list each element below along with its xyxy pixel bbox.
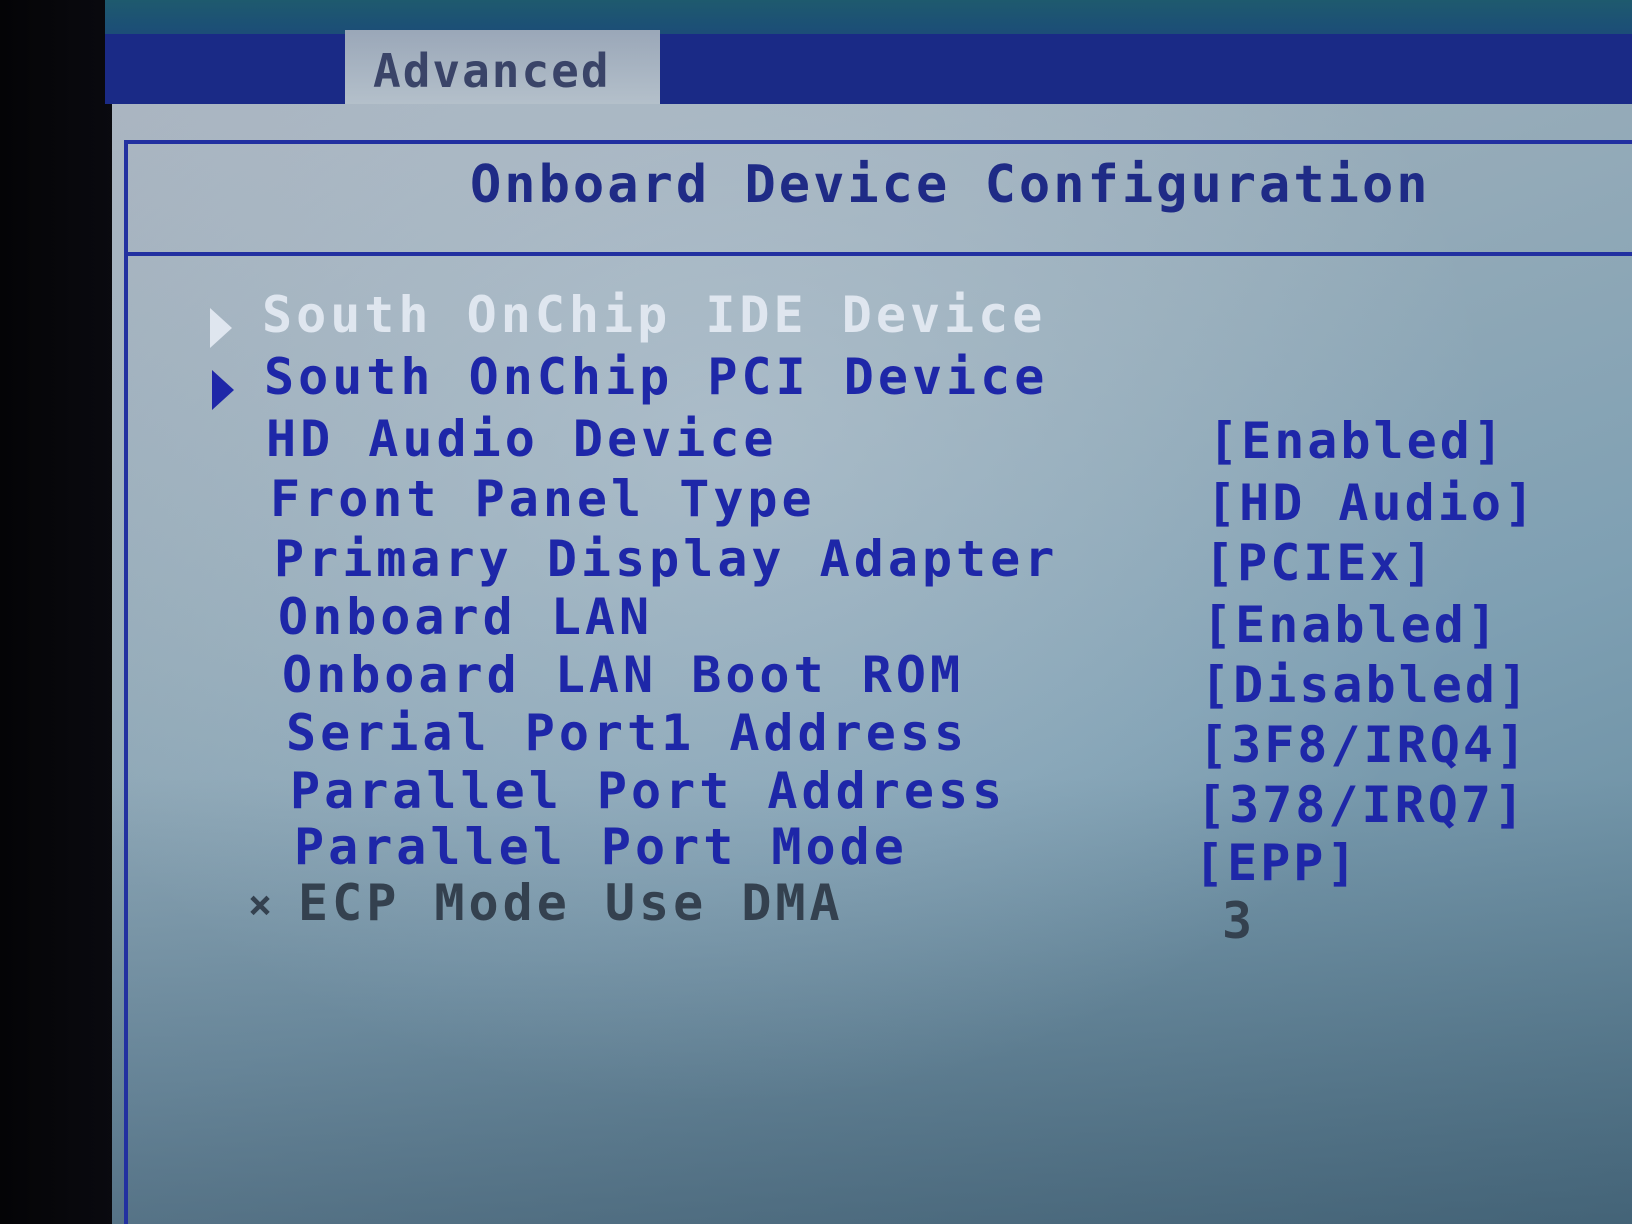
value-onboard-lan-boot-rom[interactable]: [Disabled]: [1200, 656, 1531, 714]
menu-item-south-onchip-ide[interactable]: South OnChip IDE Device: [262, 286, 1046, 344]
submenu-arrow-icon: [212, 370, 234, 410]
tab-advanced[interactable]: Advanced: [345, 30, 660, 110]
page-title: Onboard Device Configuration: [470, 155, 1431, 215]
tab-bar: [105, 34, 1632, 104]
x-mark-icon: ×: [248, 882, 273, 928]
value-serial-port1-address[interactable]: [3F8/IRQ4]: [1198, 716, 1529, 774]
value-ecp-mode-use-dma: 3: [1222, 892, 1256, 950]
value-front-panel-type[interactable]: [HD Audio]: [1206, 474, 1537, 532]
menu-item-onboard-lan-boot-rom[interactable]: Onboard LAN Boot ROM: [282, 646, 964, 704]
title-divider: [128, 252, 1632, 256]
value-hd-audio-device[interactable]: [Enabled]: [1208, 412, 1506, 470]
submenu-arrow-icon: [210, 308, 232, 348]
menu-item-parallel-port-address[interactable]: Parallel Port Address: [290, 762, 1006, 820]
menu-item-ecp-mode-use-dma: ECP Mode Use DMA: [298, 874, 844, 932]
value-onboard-lan[interactable]: [Enabled]: [1202, 596, 1500, 654]
menu-item-parallel-port-mode[interactable]: Parallel Port Mode: [294, 818, 908, 876]
menu-item-onboard-lan[interactable]: Onboard LAN: [278, 588, 653, 646]
value-parallel-port-address[interactable]: [378/IRQ7]: [1196, 776, 1527, 834]
menu-item-primary-display-adapter[interactable]: Primary Display Adapter: [274, 530, 1058, 588]
menu-item-hd-audio-device[interactable]: HD Audio Device: [266, 410, 778, 468]
bios-screen: Advanced Onboard Device Configuration So…: [0, 0, 1632, 1224]
menu-item-south-onchip-pci[interactable]: South OnChip PCI Device: [264, 348, 1048, 406]
menu-item-serial-port1-address[interactable]: Serial Port1 Address: [286, 704, 968, 762]
value-primary-display-adapter[interactable]: [PCIEx]: [1204, 534, 1436, 592]
menu-item-front-panel-type[interactable]: Front Panel Type: [270, 470, 816, 528]
value-parallel-port-mode[interactable]: [EPP]: [1194, 834, 1360, 892]
